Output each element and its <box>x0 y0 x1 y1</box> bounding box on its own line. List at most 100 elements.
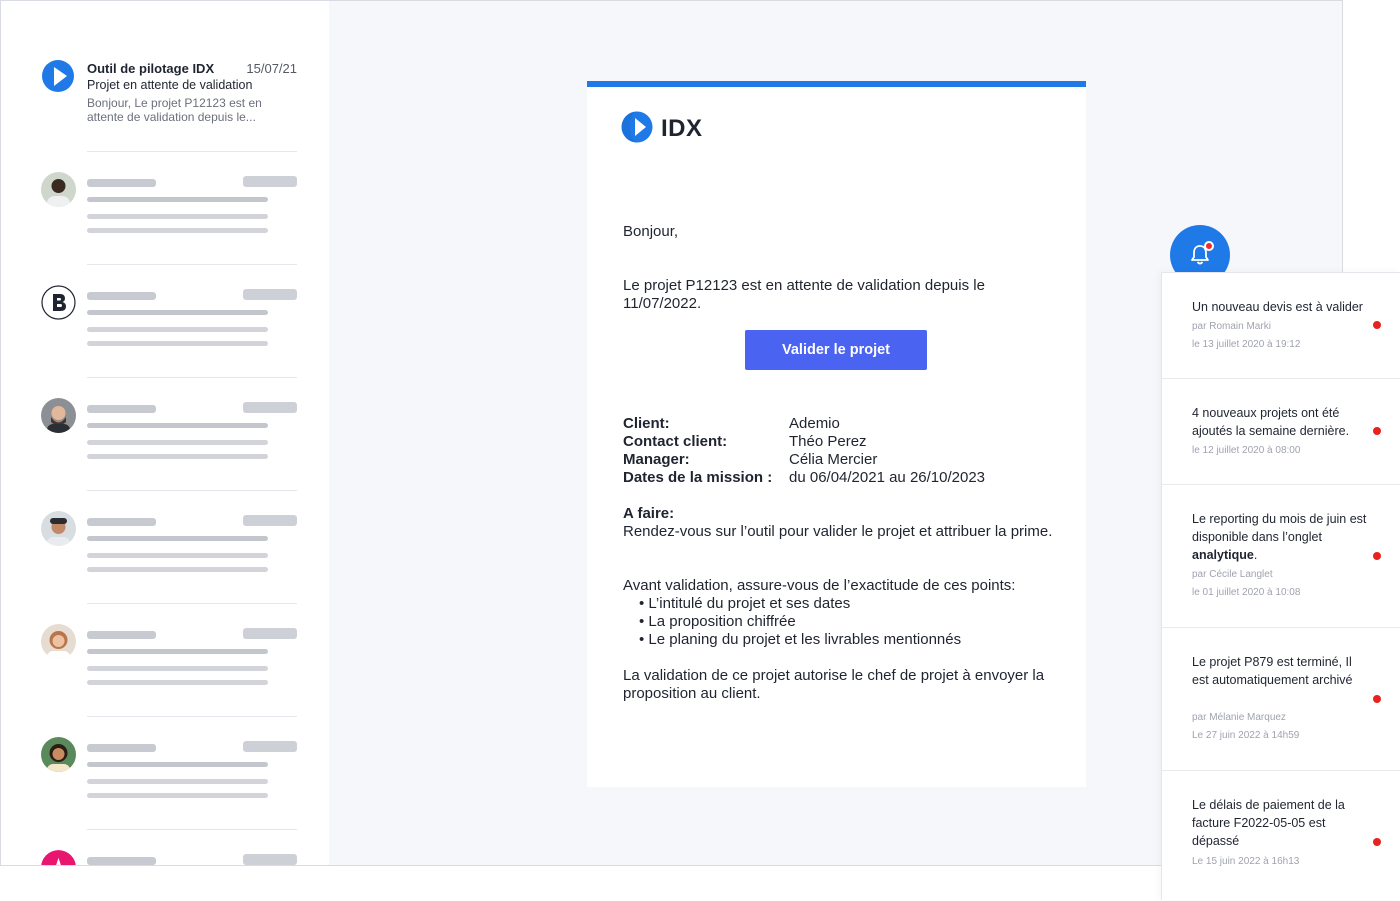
placeholder-date <box>243 854 297 865</box>
unread-dot <box>1373 321 1381 329</box>
mail-preview: Bonjour, Le projet P12123 est en attente… <box>87 96 262 124</box>
placeholder-line <box>87 536 268 541</box>
notification-text: Le reporting du mois de juin est disponi… <box>1192 510 1367 564</box>
notifications-panel: Un nouveau devis est à valider par Romai… <box>1161 272 1400 900</box>
detail-row: Dates de la mission : du 06/04/2021 au 26… <box>623 469 1053 487</box>
mail-app-window: Outil de pilotage IDX 15/07/21 Projet en… <box>0 0 1343 866</box>
todo-section: A faire: Rendez-vous sur l’outil pour va… <box>623 505 1053 541</box>
avatar <box>41 511 76 546</box>
placeholder-line <box>87 440 268 445</box>
list-item[interactable] <box>41 829 297 865</box>
list-item[interactable]: Outil de pilotage IDX 15/07/21 Projet en… <box>41 59 297 129</box>
notification-date: le 01 juillet 2020 à 10:08 <box>1192 587 1301 598</box>
notification-item[interactable]: Un nouveau devis est à valider par Romai… <box>1162 273 1400 379</box>
placeholder-line <box>87 680 268 685</box>
email-card: IDX Bonjour, Le projet P12123 est en att… <box>587 81 1086 787</box>
detail-value: Théo Perez <box>789 433 867 450</box>
avatar <box>41 172 76 207</box>
divider <box>87 377 297 378</box>
notification-date: Le 27 juin 2022 à 14h59 <box>1192 730 1300 741</box>
placeholder-line <box>87 793 268 798</box>
divider <box>87 603 297 604</box>
placeholder-date <box>243 515 297 526</box>
placeholder-date <box>243 628 297 639</box>
placeholder-line <box>87 666 268 671</box>
divider <box>87 829 297 830</box>
list-item[interactable] <box>41 377 297 490</box>
unread-dot <box>1204 241 1214 251</box>
detail-label: Client: <box>623 415 670 432</box>
brand-name: IDX <box>661 115 703 142</box>
checklist-heading: Avant validation, assure-vous de l’exact… <box>623 577 1016 594</box>
todo-text: Rendez-vous sur l’outil pour valider le … <box>623 523 1053 540</box>
list-item[interactable] <box>41 151 297 264</box>
detail-value: Célia Mercier <box>789 451 878 468</box>
divider <box>87 490 297 491</box>
placeholder-date <box>243 176 297 187</box>
placeholder-line <box>87 649 268 654</box>
placeholder-sender <box>87 405 156 413</box>
detail-row: Manager: Célia Mercier <box>623 451 1053 469</box>
placeholder-line <box>87 454 268 459</box>
notification-date: le 12 juillet 2020 à 08:00 <box>1192 445 1301 456</box>
email-intro: Le projet P12123 est en attente de valid… <box>623 277 985 312</box>
placeholder-line <box>87 779 268 784</box>
notification-text-part: Le reporting du mois de juin est disponi… <box>1192 512 1367 544</box>
placeholder-sender <box>87 518 156 526</box>
mail-sender: Outil de pilotage IDX <box>87 61 215 76</box>
notification-date: le 13 juillet 2020 à 19:12 <box>1192 339 1301 350</box>
todo-heading: A faire: <box>623 505 675 522</box>
placeholder-line <box>87 214 268 219</box>
notification-author: par Romain Marki <box>1192 321 1271 332</box>
divider <box>87 151 297 152</box>
placeholder-line <box>87 567 268 572</box>
divider <box>87 716 297 717</box>
avatar <box>41 737 76 772</box>
avatar <box>41 285 76 320</box>
notification-text: Un nouveau devis est à valider <box>1192 300 1363 314</box>
list-item[interactable] <box>41 603 297 716</box>
notification-date: Le 15 juin 2022 à 16h13 <box>1192 856 1300 867</box>
list-item[interactable] <box>41 716 297 829</box>
detail-label: Dates de la mission : <box>623 469 773 486</box>
checklist-item: La proposition chiffrée <box>639 613 1063 631</box>
placeholder-line <box>87 423 268 428</box>
placeholder-line <box>87 762 268 767</box>
notification-item[interactable]: 4 nouveaux projets ont été ajoutés la se… <box>1162 379 1400 485</box>
detail-row: Contact client: Théo Perez <box>623 433 1053 451</box>
unread-dot <box>1373 427 1381 435</box>
inbox-list: Outil de pilotage IDX 15/07/21 Projet en… <box>1 1 329 865</box>
notification-text: Le projet P879 est terminé, Il est autom… <box>1192 655 1353 687</box>
avatar <box>41 624 76 659</box>
validate-project-button[interactable]: Valider le projet <box>745 330 927 370</box>
list-item[interactable] <box>41 490 297 603</box>
placeholder-line <box>87 341 268 346</box>
email-greeting: Bonjour, <box>623 223 679 240</box>
placeholder-sender <box>87 744 156 752</box>
placeholder-sender <box>87 179 156 187</box>
idx-logo-icon <box>621 111 653 143</box>
detail-value: du 06/04/2021 au 26/10/2023 <box>789 469 986 486</box>
placeholder-line <box>87 228 268 233</box>
detail-value: Ademio <box>789 415 840 432</box>
mail-subject: Projet en attente de validation <box>87 78 253 92</box>
avatar <box>41 850 76 865</box>
list-item[interactable] <box>41 264 297 377</box>
placeholder-line <box>87 310 268 315</box>
notification-text: Le délais de paiement de la facture F202… <box>1192 798 1345 848</box>
unread-dot <box>1373 838 1381 846</box>
checklist-item: L’intitulé du projet et ses dates <box>639 595 1063 613</box>
placeholder-line <box>87 197 268 202</box>
avatar <box>41 398 76 433</box>
placeholder-sender <box>87 857 156 865</box>
detail-label: Manager: <box>623 451 690 468</box>
checklist-item: Le planing du projet et les livrables me… <box>639 631 1063 649</box>
notification-item[interactable]: Le projet P879 est terminé, Il est autom… <box>1162 628 1400 771</box>
notification-item[interactable]: Le reporting du mois de juin est disponi… <box>1162 485 1400 628</box>
checklist: L’intitulé du projet et ses dates La pro… <box>639 595 1063 649</box>
notification-text-part: . <box>1253 548 1258 562</box>
unread-dot <box>1373 695 1381 703</box>
notification-text-bold: analytique <box>1192 548 1254 562</box>
divider <box>87 264 297 265</box>
notification-item[interactable]: Le délais de paiement de la facture F202… <box>1162 771 1400 901</box>
